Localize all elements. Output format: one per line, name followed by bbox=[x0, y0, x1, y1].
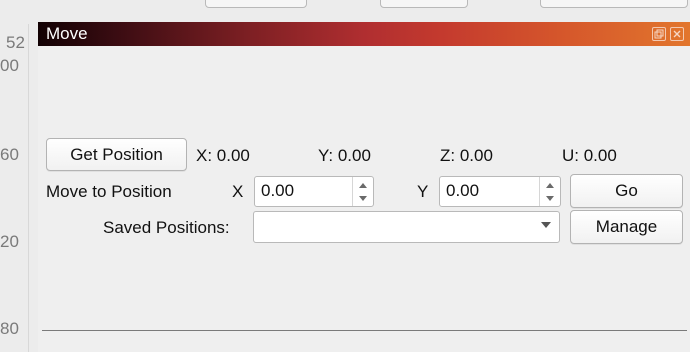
x-position-readout: X: 0.00 bbox=[196, 146, 250, 165]
axis-tick-label: 52 bbox=[6, 33, 25, 52]
close-icon[interactable] bbox=[670, 27, 684, 41]
move-x-value: 0.00 bbox=[261, 181, 295, 200]
background-button[interactable] bbox=[380, 0, 468, 8]
axis-tick-label: 00 bbox=[0, 56, 19, 75]
move-y-label: Y bbox=[417, 182, 429, 201]
dock-title: Move bbox=[46, 24, 88, 43]
dock-titlebar[interactable]: Move bbox=[38, 22, 690, 46]
z-position-readout: Z: 0.00 bbox=[440, 146, 493, 165]
plot-axis-line bbox=[28, 24, 29, 352]
saved-positions-label: Saved Positions: bbox=[103, 218, 230, 237]
u-position-readout: U: 0.00 bbox=[562, 146, 617, 165]
move-y-stepper bbox=[539, 177, 560, 206]
axis-tick-label: 60 bbox=[0, 145, 19, 164]
background-combo[interactable] bbox=[205, 0, 307, 8]
move-x-spinbox[interactable]: 0.00 bbox=[254, 176, 374, 207]
get-position-button[interactable]: Get Position bbox=[46, 138, 187, 171]
axis-tick-label: 80 bbox=[0, 319, 19, 338]
saved-positions-combo[interactable] bbox=[253, 211, 560, 243]
axis-tick-label: 20 bbox=[0, 232, 19, 251]
chevron-down-icon[interactable] bbox=[541, 222, 551, 228]
move-y-spinbox[interactable]: 0.00 bbox=[439, 176, 561, 207]
divider bbox=[42, 330, 687, 331]
move-to-position-label: Move to Position bbox=[46, 182, 172, 201]
chevron-up-icon[interactable] bbox=[541, 179, 559, 192]
move-x-label: X bbox=[232, 182, 244, 201]
move-x-stepper bbox=[352, 177, 373, 206]
background-field[interactable] bbox=[540, 0, 688, 8]
chevron-down-icon[interactable] bbox=[541, 192, 559, 205]
go-button[interactable]: Go bbox=[570, 174, 683, 208]
move-y-value: 0.00 bbox=[446, 181, 480, 200]
chevron-down-icon[interactable] bbox=[354, 192, 372, 205]
manage-button[interactable]: Manage bbox=[570, 210, 683, 244]
chevron-up-icon[interactable] bbox=[354, 179, 372, 192]
float-icon[interactable] bbox=[652, 27, 666, 41]
background-toolbar bbox=[0, 0, 690, 18]
move-dock-widget: Move Get Position X: 0.00 Y: 0.00 Z: 0.0… bbox=[38, 22, 690, 352]
y-position-readout: Y: 0.00 bbox=[318, 146, 371, 165]
